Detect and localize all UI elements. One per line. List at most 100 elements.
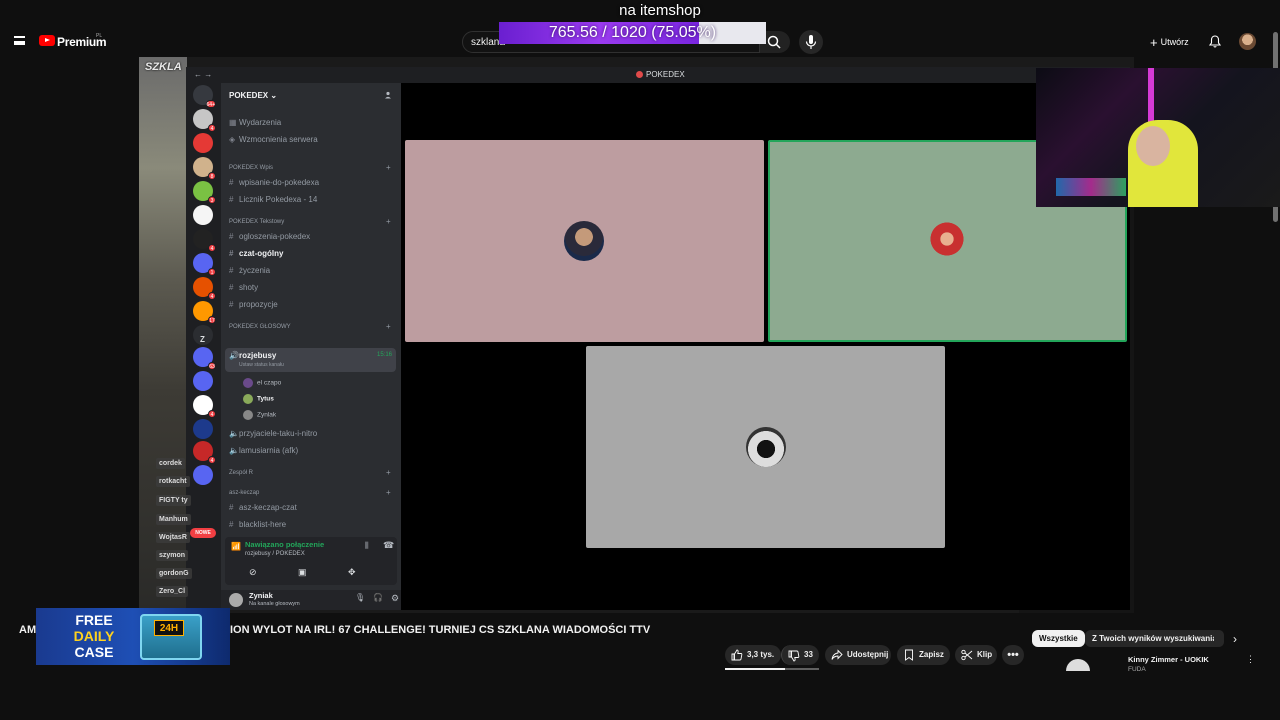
- category-zespol-r[interactable]: Zespół R: [229, 470, 253, 476]
- promo-banner[interactable]: FREE DAILY CASE 24H: [36, 608, 230, 665]
- add-channel-icon[interactable]: +: [386, 217, 391, 226]
- server-icon[interactable]: 8: [193, 157, 216, 180]
- channel-item[interactable]: # blacklist-here: [229, 520, 286, 529]
- disconnect-icon[interactable]: ☎: [383, 540, 394, 551]
- speaker-icon: 🔈: [229, 429, 239, 438]
- youtube-logo-icon[interactable]: [39, 35, 55, 46]
- channel-events[interactable]: ▦ Wydarzenia: [229, 118, 281, 127]
- server-icon[interactable]: 1: [193, 253, 216, 276]
- direct-messages-icon[interactable]: 64+: [193, 85, 216, 108]
- server-icon[interactable]: [193, 371, 213, 391]
- channel-item[interactable]: # propozycje: [229, 300, 278, 309]
- add-channel-icon[interactable]: +: [386, 488, 391, 497]
- chip-partial[interactable]: [1214, 630, 1224, 647]
- boost-icon: ◈: [229, 135, 236, 144]
- user-name[interactable]: Zyniak: [249, 591, 273, 600]
- noise-suppression-icon[interactable]: ⫼: [365, 541, 369, 551]
- add-channel-icon[interactable]: +: [386, 322, 391, 331]
- promo-line-2: DAILY: [73, 628, 115, 644]
- channel-item[interactable]: # Licznik Pokedexa - 14: [229, 195, 317, 204]
- voice-member[interactable]: el czapo: [243, 378, 281, 388]
- server-icon[interactable]: 17: [193, 301, 216, 324]
- voice-search-button[interactable]: [799, 30, 823, 54]
- server-icon[interactable]: [193, 465, 213, 485]
- voice-status-hint[interactable]: Ustaw status kanału: [239, 362, 284, 368]
- category-pokedex-tekstowy[interactable]: POKEDEX Tekstowy: [229, 219, 284, 225]
- voice-channel-item[interactable]: 🔈lamusiarnia (afk): [229, 446, 298, 455]
- server-rail: 64+ 4 8 3 4 1 4 17 63 4 4 NOWE Z: [186, 83, 221, 610]
- channel-item[interactable]: # ogloszenia-pokedex: [229, 232, 310, 241]
- voice-member[interactable]: Tytus: [243, 394, 274, 404]
- chip-all[interactable]: Wszystkie: [1032, 630, 1085, 647]
- server-icon[interactable]: [193, 133, 213, 153]
- server-icon[interactable]: 4: [193, 441, 216, 464]
- more-actions-button[interactable]: •••: [1002, 645, 1024, 665]
- chip-from-search[interactable]: Z Twoich wyników wyszukiwania: [1085, 630, 1224, 647]
- server-icon[interactable]: 4: [193, 109, 216, 132]
- invite-people-icon[interactable]: [384, 91, 392, 99]
- dislike-button[interactable]: 33: [781, 645, 819, 665]
- unread-badge: 17: [208, 316, 216, 324]
- channel-item[interactable]: # życzenia: [229, 266, 270, 275]
- share-button[interactable]: Udostępnij: [825, 645, 891, 665]
- category-pokedex-wpis-label: POKEDEX Wpis: [229, 165, 274, 171]
- channel-item[interactable]: # shoty: [229, 283, 258, 292]
- clip-button[interactable]: Klip: [955, 645, 997, 665]
- chat-username: rotkacht: [156, 476, 190, 487]
- headphones-icon[interactable]: 🎧: [373, 593, 383, 602]
- category-pokedex-wpis[interactable]: POKEDEX Wpis: [229, 165, 273, 171]
- server-icon[interactable]: [193, 419, 213, 439]
- server-icon[interactable]: 4: [193, 277, 216, 300]
- category-asz-keczap-label: asz-keczap: [229, 490, 260, 496]
- voice-connection-panel: 📶 Nawiązano połączenie rozjebusy / POKEDEX…: [225, 537, 397, 585]
- channel-item[interactable]: # wpisanie-do-pokedexa: [229, 178, 319, 187]
- settings-gear-icon[interactable]: ⚙: [391, 593, 399, 604]
- chat-username: gordonG: [156, 568, 192, 579]
- account-avatar[interactable]: [1239, 33, 1256, 50]
- connection-location[interactable]: rozjebusy / POKEDEX: [245, 551, 305, 557]
- microphone-icon[interactable]: 🎙: [355, 593, 365, 602]
- channel-boosts[interactable]: ◈ Wzmocnienia serwera: [229, 135, 318, 144]
- more-vertical-icon[interactable]: ⋮: [1246, 654, 1255, 665]
- camera-off-icon[interactable]: ⊘: [249, 567, 257, 578]
- server-icon: [636, 71, 643, 78]
- back-arrow-icon[interactable]: ← →: [194, 70, 212, 79]
- save-button[interactable]: Zapisz: [897, 645, 950, 665]
- category-asz-keczap[interactable]: asz-keczap: [229, 490, 259, 496]
- recommendation-thumbnail[interactable]: [1066, 659, 1090, 671]
- x-logo-icon: [1066, 659, 1090, 671]
- server-letter-z-icon[interactable]: Z: [200, 335, 205, 344]
- server-icon[interactable]: 3: [193, 181, 216, 204]
- share-icon: [831, 649, 843, 660]
- activities-icon[interactable]: ✥: [348, 567, 356, 578]
- recommendation-title[interactable]: Kinny Zimmer - UOKIK: [1128, 655, 1209, 664]
- chevron-right-icon[interactable]: ›: [1233, 632, 1237, 646]
- user-avatar[interactable]: [229, 593, 243, 607]
- voice-channel-item[interactable]: 🔈przyjaciele-taku-i-nitro: [229, 429, 317, 438]
- server-icon[interactable]: 4: [193, 395, 216, 418]
- participant-tile[interactable]: [405, 140, 764, 342]
- recommendation-channel[interactable]: FUDA: [1128, 666, 1146, 673]
- server-name[interactable]: POKEDEX ⌄: [229, 91, 277, 100]
- like-button[interactable]: 3,3 tys.: [725, 645, 781, 665]
- active-voice-channel[interactable]: 🔊 rozjebusy Ustaw status kanału 15:16: [225, 348, 396, 372]
- screen-share-icon[interactable]: ▣: [298, 567, 307, 578]
- channel-item[interactable]: # asz-keczap-czat: [229, 503, 297, 512]
- category-pokedex-glosowy[interactable]: POKEDEX GŁOSOWY: [229, 324, 291, 330]
- voice-member[interactable]: Zynlak: [243, 410, 276, 420]
- server-icon[interactable]: 4: [193, 229, 216, 252]
- server-icon[interactable]: 63: [193, 347, 216, 370]
- channel-item-active[interactable]: # czat-ogólny: [229, 249, 283, 258]
- calendar-icon: ▦: [229, 118, 237, 127]
- menu-icon[interactable]: [14, 36, 25, 45]
- add-channel-icon[interactable]: +: [386, 468, 391, 477]
- notifications-bell-icon[interactable]: [1209, 35, 1221, 48]
- hash-icon: #: [229, 503, 234, 512]
- unread-badge: 4: [208, 244, 216, 252]
- participant-tile[interactable]: [586, 346, 945, 548]
- connection-status[interactable]: Nawiązano połączenie: [245, 540, 324, 549]
- video-title-prefix: AM: [19, 624, 37, 636]
- add-channel-icon[interactable]: +: [386, 163, 391, 172]
- server-icon[interactable]: [193, 205, 213, 225]
- create-button[interactable]: + Utwórz: [1150, 35, 1189, 50]
